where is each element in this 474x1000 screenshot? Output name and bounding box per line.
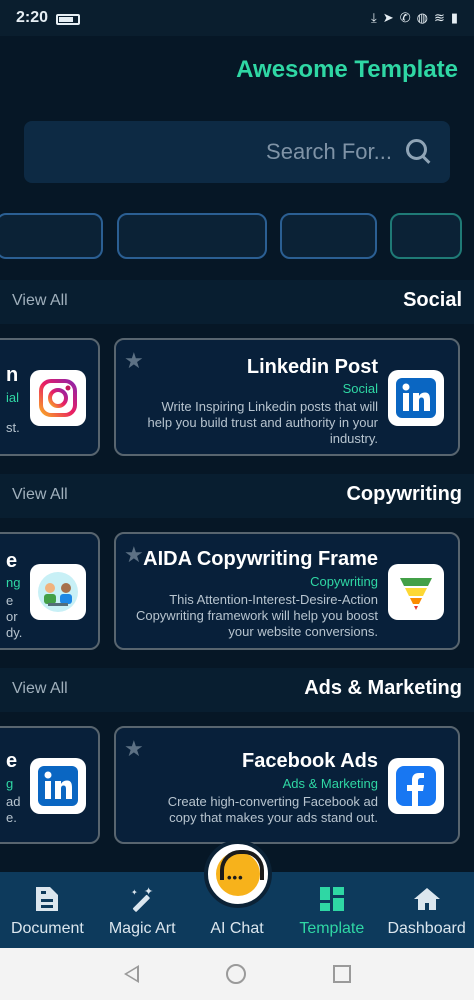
section-title: Ads & Marketing: [304, 677, 462, 699]
category-pill[interactable]: [390, 213, 462, 259]
card-title-fragment: e: [6, 750, 18, 772]
category-pill[interactable]: [280, 213, 377, 259]
favorite-star-icon[interactable]: ★: [124, 738, 144, 760]
svg-text:✦: ✦: [144, 885, 153, 898]
template-card[interactable]: ★ AIDA Copywriting Frame Copywriting Thi…: [114, 532, 460, 650]
recent-apps-icon[interactable]: [332, 965, 351, 983]
section-title: Social: [403, 289, 462, 311]
card-category-fragment: ng: [6, 575, 21, 590]
category-pill[interactable]: [0, 213, 103, 259]
search-icon[interactable]: [406, 139, 432, 165]
template-card[interactable]: ★ Facebook Ads Ads & Marketing Create hi…: [114, 726, 460, 844]
nav-template[interactable]: Template: [284, 872, 379, 948]
funnel-logo-icon: [388, 564, 444, 620]
card-desc-fragment: e.: [6, 810, 17, 825]
view-all-link[interactable]: View All: [12, 486, 68, 504]
category-pill[interactable]: [117, 213, 267, 259]
instagram-logo-icon: [30, 370, 86, 426]
chat-dots-icon: •••: [227, 870, 244, 885]
view-all-link[interactable]: View All: [12, 680, 68, 698]
card-title-fragment: n: [6, 364, 19, 386]
status-bar: 2:20 ⤓ ➤ ✆ ◍ ≋ ▮: [0, 0, 474, 36]
card-category-fragment: g: [6, 776, 14, 791]
nav-label: Template: [299, 920, 365, 937]
status-icons: ⤓ ➤ ✆ ◍ ≋ ▮: [371, 10, 458, 26]
app-title: Awesome Template: [236, 56, 458, 83]
card-category: Ads & Marketing: [282, 776, 378, 791]
nav-label: Magic Art: [108, 920, 176, 937]
card-desc-fragment: or: [6, 609, 18, 624]
battery-icon: ▮: [450, 10, 458, 25]
nav-magic-art[interactable]: ✦ ✦ Magic Art: [95, 872, 190, 948]
call-icon: ✆: [399, 10, 411, 25]
ai-chat-button[interactable]: •••: [204, 840, 272, 908]
battery-saver-icon: [56, 13, 81, 25]
nav-document[interactable]: Document: [0, 872, 95, 948]
linkedin-logo-icon: [30, 758, 86, 814]
section-header-copywriting: View All Copywriting: [0, 474, 474, 518]
section-header-social: View All Social: [0, 280, 474, 324]
card-description: Create high-converting Facebook ad copy …: [167, 794, 378, 825]
document-icon: [34, 884, 60, 914]
card-desc-fragment: ad: [6, 794, 21, 809]
send-icon: ➤: [382, 10, 394, 25]
linkedin-logo-icon: [388, 370, 444, 426]
messenger-icon: ◍: [416, 10, 428, 25]
card-desc-fragment: dy.: [6, 625, 23, 640]
section-title: Copywriting: [346, 483, 462, 505]
grid-icon: [318, 884, 346, 914]
facebook-logo-icon: [388, 758, 444, 814]
card-category: Copywriting: [310, 574, 378, 589]
card-description: This Attention-Interest-Desire-Action Co…: [135, 592, 378, 639]
download-icon: ⤓: [371, 10, 377, 25]
favorite-star-icon[interactable]: ★: [124, 544, 144, 566]
team-illustration-icon: [30, 564, 86, 620]
section-header-ads: View All Ads & Marketing: [0, 668, 474, 712]
search-bar[interactable]: [24, 121, 450, 183]
card-category: Social: [342, 381, 378, 396]
nav-label: AI Chat: [210, 920, 264, 937]
nav-label: Document: [10, 920, 84, 937]
card-category-fragment: ial: [6, 390, 20, 405]
status-time: 2:20: [16, 9, 49, 26]
search-input[interactable]: [92, 139, 392, 165]
card-description: Write Inspiring Linkedin posts that will…: [147, 399, 378, 446]
template-card-partial[interactable]: e g ad e.: [0, 726, 100, 844]
template-card-partial[interactable]: n ial st.: [0, 338, 100, 456]
nav-label: Dashboard: [387, 920, 466, 937]
card-desc-fragment: st.: [6, 420, 20, 435]
favorite-star-icon[interactable]: ★: [124, 350, 144, 372]
view-all-link[interactable]: View All: [12, 292, 68, 310]
card-title-fragment: e: [6, 550, 18, 572]
wifi-icon: ≋: [433, 10, 445, 25]
svg-text:✦: ✦: [131, 888, 138, 897]
magic-wand-icon: ✦ ✦: [128, 884, 156, 914]
template-card-partial[interactable]: e ng e or dy.: [0, 532, 100, 650]
home-icon: [413, 884, 441, 914]
template-card[interactable]: ★ Linkedin Post Social Write Inspiring L…: [114, 338, 460, 456]
card-title: AIDA Copywriting Frame: [143, 548, 378, 570]
nav-dashboard[interactable]: Dashboard: [379, 872, 474, 948]
card-title: Linkedin Post: [246, 356, 378, 378]
home-button-icon[interactable]: [225, 964, 246, 984]
card-title: Facebook Ads: [242, 750, 378, 772]
back-icon[interactable]: [123, 965, 139, 983]
card-desc-fragment: e: [6, 593, 14, 608]
system-navigation-bar: [0, 948, 474, 1000]
headset-chat-icon: •••: [216, 850, 264, 896]
